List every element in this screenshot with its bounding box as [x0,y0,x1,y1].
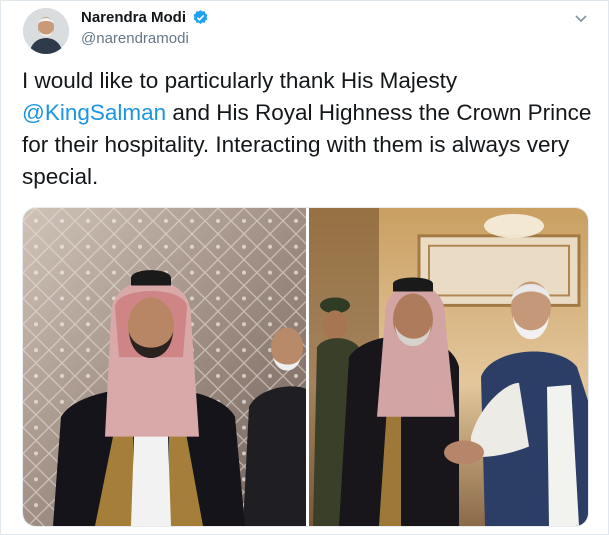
tweet-media [22,207,589,527]
avatar[interactable] [23,8,69,54]
author-handle[interactable]: @narendramodi [81,30,189,47]
avatar-image [23,8,69,54]
mention-link[interactable]: @KingSalman [22,100,166,125]
tweet-text: I would like to particularly thank His M… [22,65,597,193]
tweet-photo[interactable] [309,208,588,526]
tweet-photo[interactable] [23,208,306,526]
photo-crown-prince [23,208,306,526]
author-name[interactable]: Narendra Modi [81,9,186,26]
tweet-card: Narendra Modi @narendramodi I would like… [0,0,609,535]
photo-king-salman [309,208,588,526]
chevron-down-icon[interactable] [573,10,589,26]
tweet-text-part: I would like to particularly thank His M… [22,68,458,93]
verified-badge-icon [193,10,208,24]
